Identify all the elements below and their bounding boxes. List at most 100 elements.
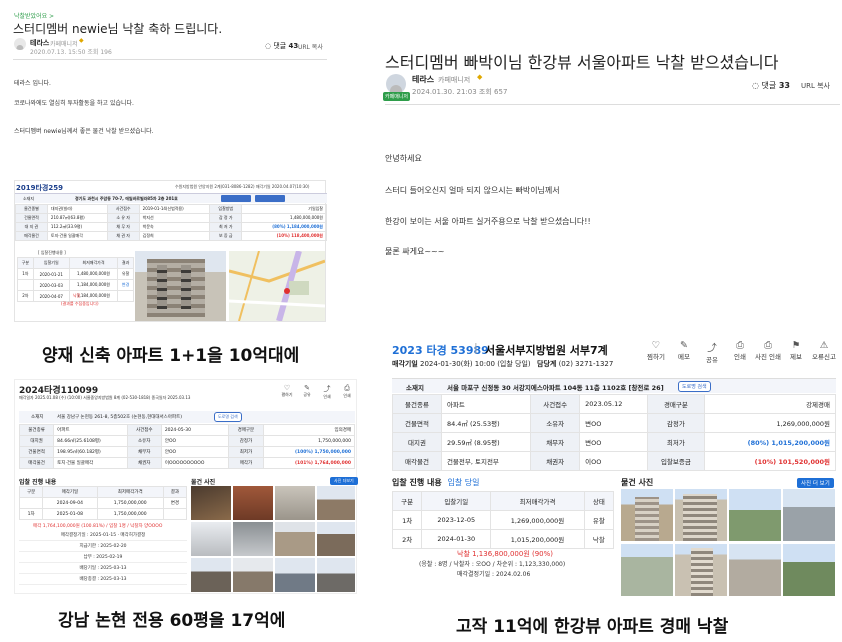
field-label: 매각가 [228, 457, 264, 469]
action-button[interactable]: ⎙ 인쇄 [337, 384, 357, 399]
photo-thumb[interactable] [233, 522, 273, 556]
action-button[interactable]: ⚑ 제보 [782, 340, 810, 361]
action-bar: ♡ 평하기 ✎ 공유 ⤴ 인쇄 ⎙ 인쇄 [277, 384, 357, 406]
table-cell: 2차 [17, 290, 34, 302]
map-button[interactable] [221, 195, 251, 202]
table-cell [117, 290, 134, 302]
field-label: 대지권 [18, 435, 55, 447]
field-label: 최저가 [228, 446, 264, 458]
field-label: 물건종류 [392, 394, 442, 414]
table-row: 대지권 84.66㎡(25.6108평) 소유자 안OO 감정가 1,750,000,00… [18, 435, 356, 447]
court-line: 수원지방법원 안양지원 2계(031-8086-1282) 매각기일 2020.… [175, 184, 310, 189]
progress-link[interactable]: 입찰 당일 [448, 478, 480, 487]
auction-panel-seogang: 2023 타경 53989 | 서울서부지방법원 서부7계 매각기일 2024-… [389, 336, 839, 598]
more-photos-button[interactable]: 사진 더보기 [330, 477, 358, 485]
field-label: 물건종류 [18, 424, 55, 436]
auction-sheet: 2019타경259 수원지방법원 안양지원 2계(031-8086-1282) … [14, 180, 327, 322]
photo-thumb[interactable] [317, 486, 355, 520]
action-button[interactable]: ⚠ 오류신고 [810, 340, 838, 361]
table-row: 대 지 권 112.2㎡(33.9평) 채 무 자 박문숙 최 저 가 (80%) 1,1… [15, 222, 327, 232]
post-meta: 2024.01.30. 21:03 조회 657 [412, 88, 508, 96]
body-line: 한강이 보이는 서울 아파트 실거주용으로 낙찰 받으셨습니다!! [385, 217, 591, 226]
photo-thumb[interactable] [191, 558, 231, 592]
photo-thumb[interactable] [191, 486, 231, 520]
column-header: 최저매각가격 [68, 257, 119, 269]
road-search-button[interactable]: 도로명 검색 [214, 412, 242, 422]
breadcrumb[interactable]: 낙찰받았어요 > [14, 11, 54, 20]
table-cell: 1,480,000,000원 [68, 268, 119, 280]
field-value: 1,269,000,000원 [704, 413, 836, 433]
table-cell: 2025-01-08 [42, 508, 98, 520]
field-value: 강제경매 [704, 394, 836, 414]
action-button[interactable]: ✎ 메모 [670, 340, 698, 361]
photo-thumb[interactable] [275, 486, 315, 520]
location-row: 소재지 서울 강남구 논현동 261-8, 5층502호 (논현동,현대대서스아… [19, 411, 355, 423]
location-map[interactable] [229, 251, 325, 321]
photo-thumb[interactable] [675, 489, 727, 541]
photo-thumb[interactable] [233, 558, 273, 592]
field-label: 사건접수 [126, 424, 162, 436]
action-label: 메모 [678, 353, 690, 361]
sale-label: 매각기일 [392, 360, 418, 368]
author-name[interactable]: 테라스 [412, 74, 434, 85]
action-button[interactable]: ♡ 찜하기 [642, 340, 670, 361]
field-label: 채권자 [126, 457, 162, 469]
comment-button[interactable]: ◌ 댓글 43 [265, 41, 298, 51]
field-value: 기일입찰 [241, 204, 327, 214]
photo-thumb[interactable] [729, 544, 781, 596]
note-line: 지급기한 : 2025-02-20 [19, 541, 187, 552]
photo-thumb[interactable] [783, 544, 835, 596]
avatar[interactable] [386, 74, 406, 94]
field-label: 사건접수 [530, 394, 581, 414]
photo-thumb[interactable] [275, 558, 315, 592]
action-button[interactable]: ✎ 공유 [297, 384, 317, 398]
photo-thumb[interactable] [275, 522, 315, 556]
action-label: 사진 인쇄 [755, 353, 781, 361]
field-label: 입찰방법 [209, 204, 243, 214]
note-line: 배당기일 : 2025-03-13 [19, 563, 187, 574]
field-label: 소 유 자 [106, 213, 140, 223]
streetview-button[interactable] [255, 195, 285, 202]
photo-thumb[interactable] [317, 522, 355, 556]
photo-thumb[interactable] [317, 558, 355, 592]
action-bar: ♡ 찜하기 ✎ 메모 ⤴ 공유 ⎙ 인쇄 ⎙ 사진 인쇄 ⚑ 제보 ⚠ 오류신고 [642, 340, 837, 370]
location-value: 서울 강남구 논현동 261-8, 5층502호 (논현동,현대대서스아파트) [57, 415, 182, 420]
action-button[interactable]: ⎙ 인쇄 [726, 340, 754, 361]
action-button[interactable]: ⤴ 공유 [698, 340, 726, 364]
action-button[interactable]: ⎙ 사진 인쇄 [754, 340, 782, 361]
sold-line: 매각 1,764,100,000원 (100.81%) / 입찰 1명 / 낙찰… [33, 524, 163, 529]
field-label: 채 무 자 [106, 222, 140, 232]
comment-button[interactable]: ◌ 댓글 33 [752, 80, 790, 91]
table-cell: 2020-01-21 [32, 268, 70, 280]
road-search-button[interactable]: 도로명 검색 [678, 381, 711, 392]
photo-thumb[interactable] [675, 544, 727, 596]
photo-thumb[interactable] [621, 544, 673, 596]
note-line: 매각결정기일 : 2025-01-15 · 매각허가결정 [19, 530, 187, 541]
action-label: 인쇄 [734, 353, 746, 361]
court-name: 서울서부지방법원 서부7계 [485, 344, 608, 357]
action-button[interactable]: ⤴ 인쇄 [317, 384, 337, 400]
photo-thumb[interactable] [783, 489, 835, 541]
share-icon: ⤴ [707, 343, 717, 354]
table-header: 구분 입찰기일 최저매각가격 결과 [17, 257, 134, 269]
body-line: 안녕하세요 [385, 154, 422, 163]
more-photos-button[interactable]: 사진 더 보기 [797, 478, 834, 488]
building-photo[interactable] [135, 251, 226, 321]
action-button[interactable]: ♡ 평하기 [277, 384, 297, 398]
photo-thumb[interactable] [233, 486, 273, 520]
avatar[interactable] [14, 38, 26, 50]
location-row: 소재지 경기도 과천시 주암동 70-7, 애일바르빌라85차 2층 201호 [15, 193, 327, 203]
photo-thumb[interactable] [191, 522, 231, 556]
manager-info: 담당계 (02) 3271-1327 [537, 359, 613, 369]
field-label: 물건종별 [15, 204, 48, 214]
memo-icon: ✎ [680, 340, 688, 351]
field-value: 210.87㎡(63.8평) [46, 213, 108, 223]
table-row: 대지권 29.59㎡ (8.95평) 채무자 변OO 최저가 (80%) 1,015,20… [392, 432, 836, 452]
photo-thumb[interactable] [621, 489, 673, 541]
photo-thumb[interactable] [729, 489, 781, 541]
field-label: 매각물건 [15, 231, 48, 241]
url-copy-link[interactable]: URL 복사 [801, 81, 830, 91]
field-value: 84.4㎡ (25.53평) [440, 413, 532, 433]
url-copy-link[interactable]: URL 복사 [298, 42, 323, 51]
heart-icon: ♡ [651, 340, 661, 351]
